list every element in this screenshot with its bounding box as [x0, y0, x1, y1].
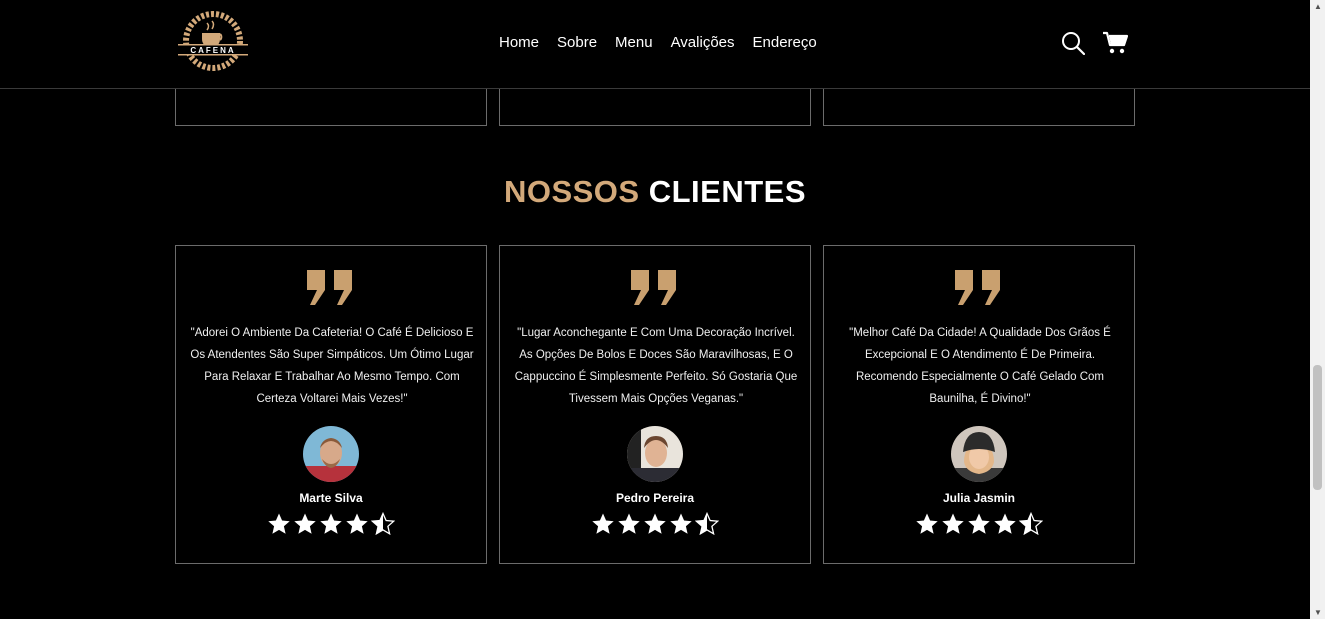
logo-text: CAFENA [190, 46, 235, 55]
star-icon [942, 513, 964, 534]
star-rating [267, 512, 395, 536]
testimonial-text: "Melhor Café Da Cidade! A Qualidade Dos … [849, 327, 1111, 405]
scroll-down-arrow-icon[interactable]: ▼ [1314, 608, 1322, 617]
testimonial-card: "Lugar Aconchegante E Com Uma Decoração … [499, 245, 811, 564]
search-icon[interactable] [1061, 31, 1085, 55]
scroll-up-arrow-icon[interactable]: ▲ [1314, 2, 1322, 11]
nav-sobre[interactable]: Sobre [557, 34, 597, 51]
nav-endereco[interactable]: Endereço [753, 34, 817, 51]
previous-card-bottom [175, 88, 487, 126]
scrollbar-thumb[interactable] [1313, 365, 1322, 490]
main-nav: Home Sobre Menu Avalições Endereço [499, 34, 817, 51]
star-icon [268, 513, 290, 534]
avatar [627, 426, 683, 482]
section-title-rest: CLIENTES [648, 174, 807, 209]
testimonial-card: "Adorei O Ambiente Da Cafeteria! O Café … [175, 245, 487, 564]
quote-icon [307, 270, 352, 305]
star-icon [346, 513, 368, 534]
star-icon [994, 513, 1016, 534]
star-icon [644, 513, 666, 534]
star-icon [916, 513, 938, 534]
quote-icon [955, 270, 1000, 305]
half-star-icon [371, 512, 395, 536]
customer-name: Pedro Pereira [615, 491, 695, 505]
nav-home[interactable]: Home [499, 34, 539, 51]
quote-icon [631, 270, 676, 305]
nav-menu[interactable]: Menu [615, 34, 653, 51]
star-icon [618, 513, 640, 534]
avatar [951, 426, 1007, 482]
section-title: NOSSOS CLIENTES [0, 174, 1310, 210]
star-icon [320, 513, 342, 534]
site-header: CAFENA Home Sobre Menu Avalições Endereç… [0, 0, 1310, 89]
testimonial-text: "Lugar Aconchegante E Com Uma Decoração … [514, 327, 798, 405]
testimonial-text: "Adorei O Ambiente Da Cafeteria! O Café … [190, 327, 474, 405]
previous-card-bottom [499, 88, 811, 126]
nav-avaliacoes[interactable]: Avalições [671, 34, 735, 51]
star-icon [592, 513, 614, 534]
section-title-accent: NOSSOS [503, 174, 640, 209]
avatar [303, 426, 359, 482]
vertical-scrollbar[interactable]: ▲ ▼ [1310, 0, 1325, 619]
star-rating [591, 512, 719, 536]
previous-card-bottom [823, 88, 1135, 126]
testimonial-card: "Melhor Café Da Cidade! A Qualidade Dos … [823, 245, 1135, 564]
star-icon [670, 513, 692, 534]
half-star-icon [1019, 512, 1043, 536]
customer-name: Marte Silva [299, 491, 363, 505]
star-rating [915, 512, 1043, 536]
customer-name: Julia Jasmin [942, 491, 1016, 505]
cart-icon[interactable] [1102, 31, 1128, 55]
coffee-logo-icon[interactable]: CAFENA [174, 11, 252, 75]
star-icon [294, 513, 316, 534]
half-star-icon [695, 512, 719, 536]
star-icon [968, 513, 990, 534]
